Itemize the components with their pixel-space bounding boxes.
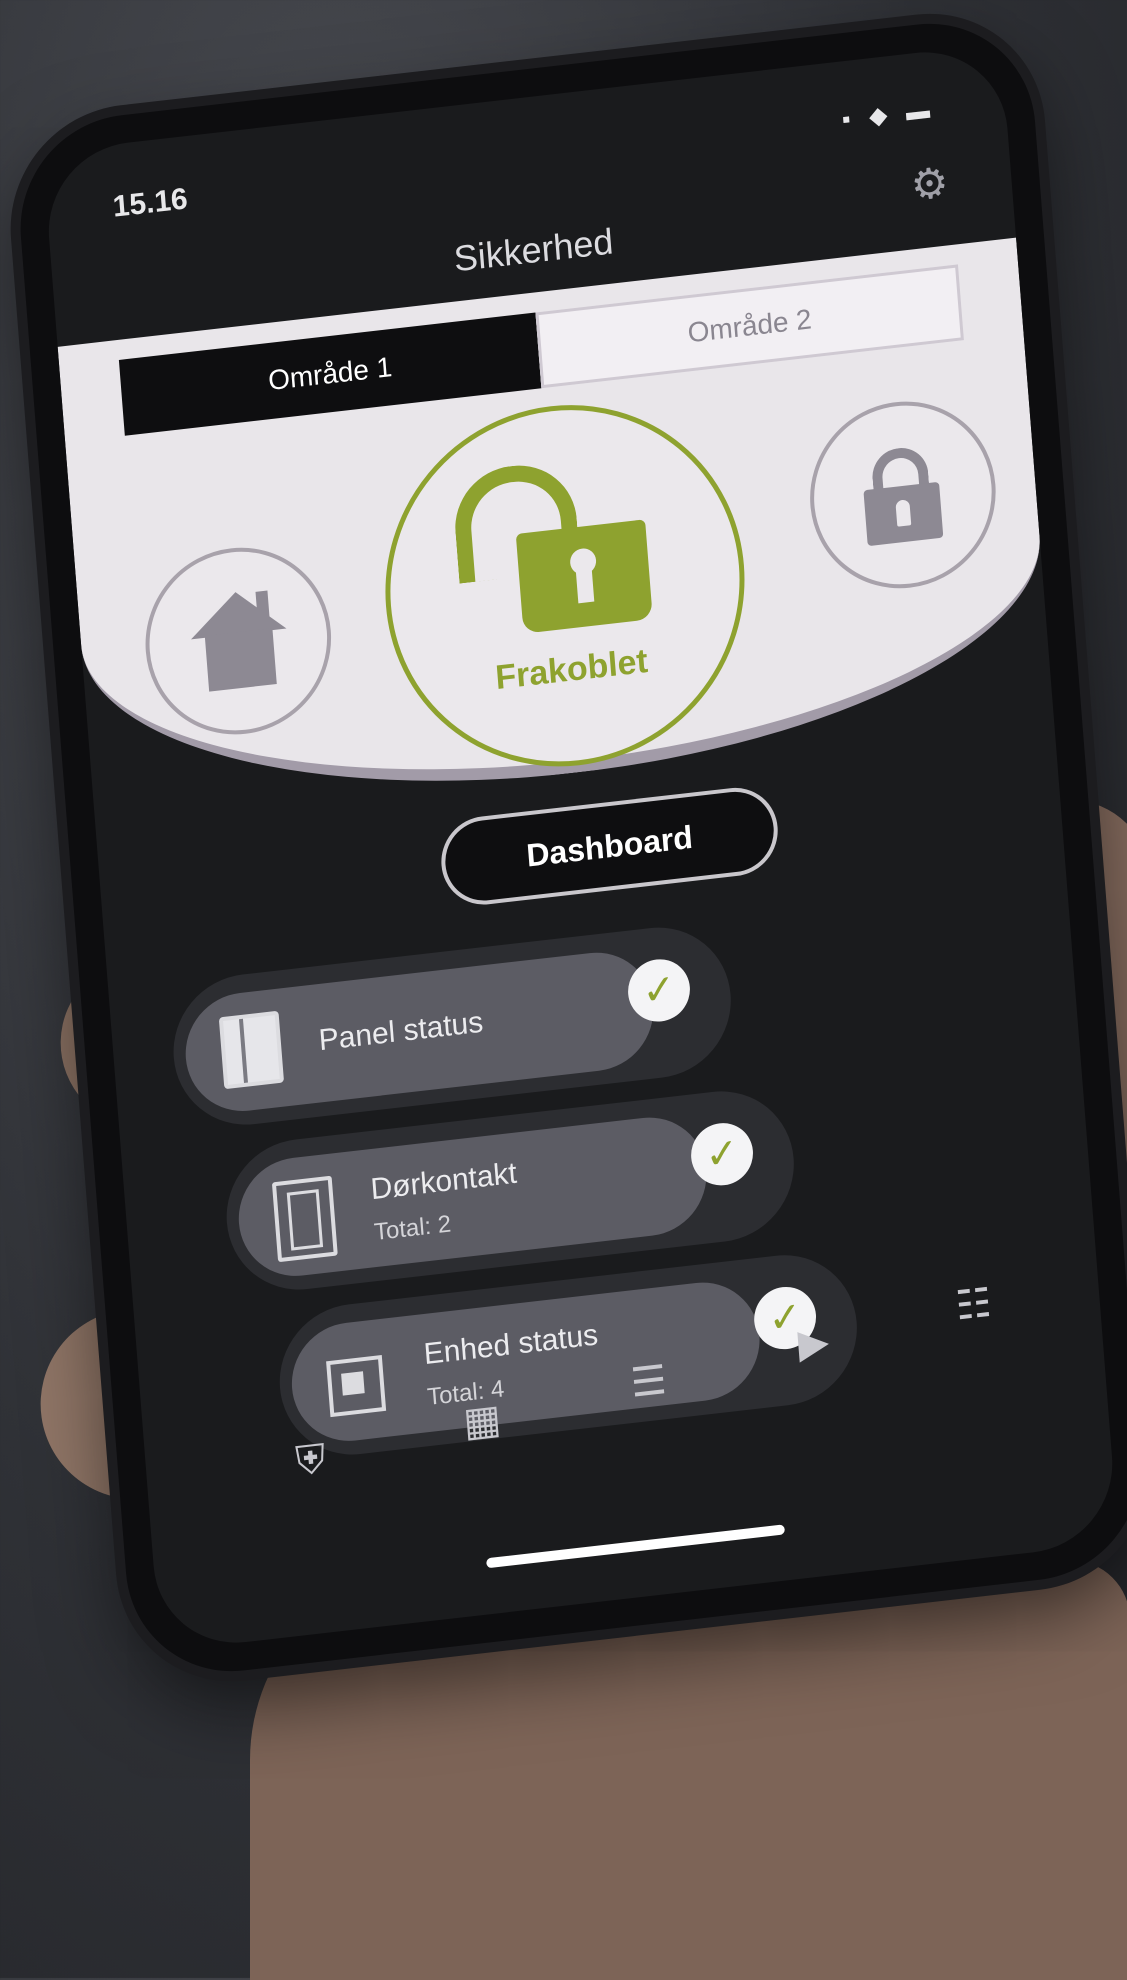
status-icons: ▪ ◆ ▬ (840, 96, 937, 134)
disarm-button[interactable]: Frakoblet (371, 385, 759, 786)
home-icon-body (204, 628, 277, 692)
card-title: Dørkontakt (369, 1156, 518, 1207)
shield-icon[interactable]: ⛨ (294, 1437, 327, 1485)
arm-away-button[interactable] (803, 391, 1003, 599)
app-screen: 15.16 ▪ ◆ ▬ ⚙ Sikkerhed Område 1 Område … (42, 43, 1119, 1652)
panel-icon (218, 1010, 285, 1090)
tab-area-2[interactable]: Område 2 (535, 264, 964, 389)
camera-icon[interactable]: ▶ (796, 1318, 831, 1367)
card-panel-status-body: Panel status (181, 946, 658, 1118)
card-title: Panel status (317, 1005, 485, 1058)
keyhole-slot (575, 565, 595, 604)
list-icon[interactable]: ☷ (954, 1280, 993, 1330)
arm-status-label: Frakoblet (493, 641, 650, 698)
card-subtitle: Total: 2 (373, 1210, 453, 1247)
unlock-icon (515, 519, 653, 634)
dashboard-button[interactable]: Dashboard (438, 783, 782, 910)
phone-body: 15.16 ▪ ◆ ▬ ⚙ Sikkerhed Område 1 Område … (12, 12, 1127, 1683)
scene: 15.16 ▪ ◆ ▬ ⚙ Sikkerhed Område 1 Område … (0, 0, 1127, 1980)
door-icon-inner (286, 1189, 324, 1251)
phone: 15.16 ▪ ◆ ▬ ⚙ Sikkerhed Område 1 Område … (0, 0, 1127, 1767)
status-time: 15.16 (111, 182, 189, 224)
tab-area-1[interactable]: Område 1 (118, 312, 542, 436)
sliders-icon[interactable]: ☰ (629, 1357, 668, 1407)
home-indicator[interactable] (486, 1524, 786, 1569)
lock-icon (863, 481, 944, 547)
arm-panel: Område 1 Område 2 Frakoblet (57, 237, 1054, 828)
lock-keyhole (895, 499, 912, 527)
card-door-contact-body: Dørkontakt Total: 2 (234, 1111, 711, 1283)
door-icon (271, 1175, 338, 1263)
chip-icon[interactable]: ▦ (462, 1396, 503, 1446)
arm-home-button[interactable] (138, 537, 339, 745)
